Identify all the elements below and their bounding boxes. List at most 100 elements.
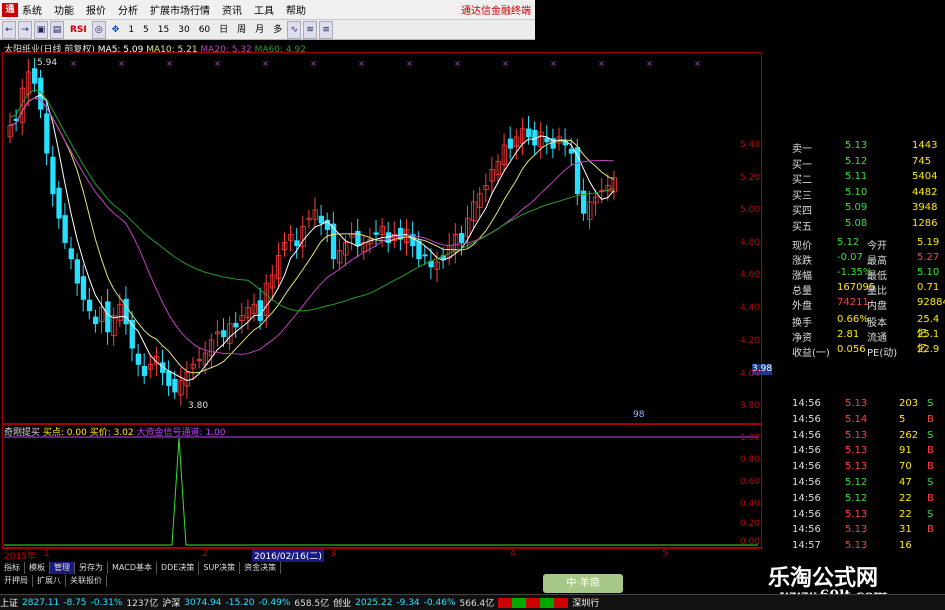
tick-volume: 31 [899, 524, 912, 536]
tab-sup[interactable]: SUP决策 [199, 562, 241, 574]
buy-signal-line [4, 437, 758, 546]
count-label: 98 [633, 410, 645, 420]
tab-macd[interactable]: MACD基本 [108, 562, 157, 574]
stat-value: 5.19 [917, 237, 940, 248]
stat-value: 0.71 [917, 282, 940, 293]
tick-volume: 22 [899, 508, 912, 520]
stat-value: -0.07 [837, 252, 863, 263]
candle-body [416, 240, 422, 260]
top-marker-icon: × [406, 59, 413, 68]
tab-fund[interactable]: 资金决策 [240, 562, 282, 574]
stat-label: 最低 [867, 271, 887, 282]
book-volume: 5404 [912, 171, 938, 182]
top-marker-icon: × [646, 59, 653, 68]
y-tick: 5.40 [739, 140, 760, 150]
stat-label: 最高 [867, 256, 887, 267]
book-volume: 3948 [912, 202, 938, 213]
tick-direction: B [927, 413, 934, 425]
tick-row: 14:56 5.14 5 B [762, 414, 945, 426]
candle-body [50, 156, 56, 195]
cy-index-value: 2025.22 [355, 597, 393, 608]
candle-body [56, 187, 62, 219]
book-price: 5.13 [845, 140, 868, 151]
tab-related-quote[interactable]: 关联报价 [66, 575, 107, 587]
order-book-row: 买一 5.12 745 [762, 156, 945, 171]
tick-row: 14:56 5.13 203 S [762, 398, 945, 410]
y-tick: 4.60 [739, 270, 760, 280]
tick-direction: S [927, 508, 934, 520]
stat-label: 流通 [867, 333, 887, 344]
stat-row: 收益(一) 0.056 PE(动) 22.9 [762, 344, 945, 359]
stat-label: 今开 [867, 241, 887, 252]
buy-point-label: 买点: 0.00 [42, 428, 87, 438]
stat-value: 74211 [837, 297, 869, 308]
tick-direction: S [927, 477, 934, 488]
hs-index-amount: 658.5亿 [294, 599, 330, 609]
low-price-label: 3.80 [188, 401, 209, 411]
top-marker-icon: × [454, 59, 461, 68]
tick-time: 14:56 [792, 492, 821, 504]
candle-body [86, 299, 93, 312]
tick-row: 14:56 5.13 22 S [762, 509, 945, 521]
cy-index-label: 创业 [333, 599, 352, 609]
top-marker-icon: × [262, 59, 269, 68]
tick-price: 5.14 [845, 413, 868, 425]
tick-price: 5.13 [845, 429, 868, 441]
candle-body [141, 365, 148, 377]
tab-manage[interactable]: 管理 [50, 562, 75, 574]
hs-index-pct: -0.49% [258, 597, 291, 608]
tick-volume: 70 [899, 461, 912, 473]
signal-channel-label: 大资金信号通道: 1.00 [136, 428, 226, 438]
stat-value: 2.81 [837, 329, 860, 340]
tick-price: 5.13 [845, 398, 868, 409]
candle-body [373, 232, 379, 235]
candle-body [318, 215, 325, 224]
candle-body [32, 68, 38, 84]
stat-label: 涨跌 [792, 256, 812, 267]
y-tick: 3.80 [739, 401, 760, 411]
tick-direction: B [927, 524, 934, 536]
tab-extend[interactable]: 扩展八 [33, 575, 66, 587]
status-bar: 上证 2827.11 -8.75 -0.31% 1237亿 沪深 3074.94… [0, 594, 945, 610]
buy-price-label: 买价: 3.02 [89, 428, 134, 438]
tick-price: 5.13 [845, 445, 868, 457]
candle-body [123, 298, 129, 325]
cy-index-pct: -0.46% [423, 597, 456, 608]
book-price: 5.10 [845, 186, 868, 198]
book-level-name: 买四 [792, 206, 812, 217]
x-label: 5 [662, 549, 668, 559]
sh-index-label: 上证 [0, 599, 19, 609]
candle-body [574, 147, 581, 195]
candle-body [257, 300, 264, 321]
ma10-line [9, 97, 615, 374]
tab-dde[interactable]: DDE决策 [157, 562, 200, 574]
tab-template[interactable]: 模板 [25, 562, 50, 574]
tick-time: 14:56 [792, 429, 821, 441]
top-marker-icon: × [310, 59, 317, 68]
stat-label: 涨幅 [792, 271, 812, 282]
hs-index-label: 沪深 [162, 599, 181, 609]
sh-index-amount: 1237亿 [126, 599, 159, 609]
tick-row: 14:56 5.13 70 B [762, 461, 945, 473]
stat-row: 涨跌 -0.07 最高 5.27 [762, 252, 945, 267]
stat-row: 换手 0.66% 股本 25.4亿 [762, 314, 945, 340]
order-book-row: 卖一 5.13 1443 [762, 140, 945, 155]
x-cursor-date: 2016/02/16(二) [252, 549, 324, 562]
hs-index-value: 3074.94 [184, 597, 222, 608]
x-axis: 2015年 1 2 2016/02/16(二) 3 4 5 [2, 548, 762, 562]
indicator-name: 奇刚提买 [4, 428, 41, 438]
x-label: 2 [202, 549, 208, 559]
tick-row: 14:56 5.12 47 S [762, 477, 945, 489]
book-level-name: 买五 [792, 221, 812, 233]
tab-open[interactable]: 开押局 [0, 575, 33, 587]
candle-body [44, 113, 50, 154]
tab-save-as[interactable]: 另存为 [75, 562, 108, 574]
stat-row: 外盘 74211内盘 92884 [762, 297, 945, 312]
tab-indicator[interactable]: 指标 [0, 562, 25, 574]
stat-label: 量比 [867, 286, 887, 297]
top-marker-icon: × [214, 59, 221, 68]
sz-index-label: 深圳行 [572, 599, 600, 609]
top-marker-icon: × [694, 59, 701, 68]
stat-label: 内盘 [867, 301, 887, 312]
top-marker-icon: × [358, 59, 365, 68]
